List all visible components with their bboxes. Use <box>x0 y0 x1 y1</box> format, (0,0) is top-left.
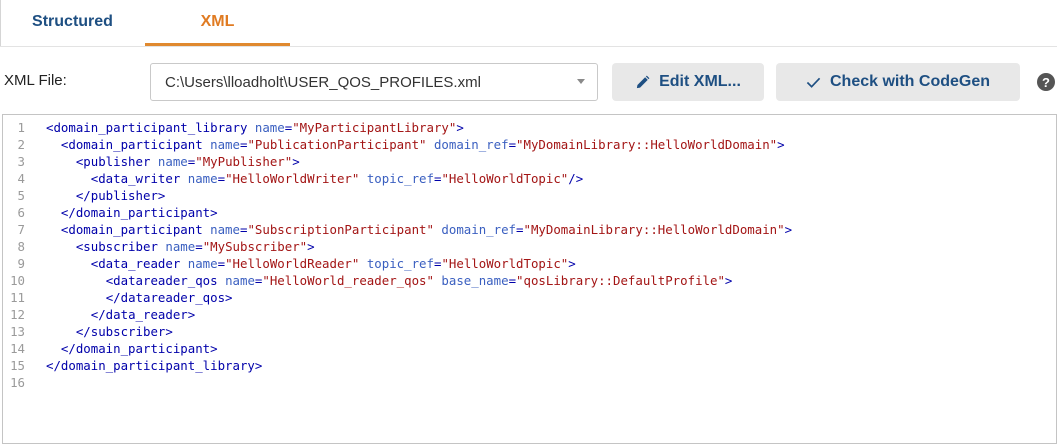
line-number: 6 <box>17 205 25 220</box>
code-text: <subscriber name="MySubscriber"> <box>75 239 315 254</box>
code-text: <domain_participant name="SubscriptionPa… <box>60 222 793 237</box>
pencil-icon <box>635 75 650 90</box>
line-number: 14 <box>10 341 25 356</box>
line-number: 16 <box>10 375 25 390</box>
line-number: 4 <box>17 171 25 186</box>
line-number: 7 <box>17 222 25 237</box>
tab-structured[interactable]: Structured <box>0 0 145 44</box>
xml-file-select[interactable]: C:\Users\lloadholt\USER_QOS_PROFILES.xml <box>150 63 598 101</box>
code-line: 1 <domain_participant_library name="MyPar… <box>3 119 1053 136</box>
code-line: 12 </data_reader> <box>3 306 1053 323</box>
chevron-down-icon <box>577 79 585 84</box>
code-line: 10 <datareader_qos name="HelloWorld_read… <box>3 272 1053 289</box>
tab-bar: Structured XML <box>0 0 1057 47</box>
code-text: <data_writer name="HelloWorldWriter" top… <box>90 171 584 186</box>
code-text: <domain_participant_library name="MyPart… <box>46 120 464 135</box>
edit-xml-button[interactable]: Edit XML... <box>612 63 764 101</box>
line-number: 5 <box>17 188 25 203</box>
check-with-codegen-label: Check with CodeGen <box>829 73 991 90</box>
code-text: </data_reader> <box>90 307 196 322</box>
tab-xml[interactable]: XML <box>145 0 290 44</box>
line-number: 13 <box>10 324 25 339</box>
line-number: 10 <box>10 273 25 288</box>
code-text: <domain_participant name="PublicationPar… <box>60 137 785 152</box>
code-text: </publisher> <box>75 188 166 203</box>
line-number: 1 <box>17 120 25 135</box>
code-text: <publisher name="MyPublisher"> <box>75 154 300 169</box>
line-number: 2 <box>17 137 25 152</box>
code-line: 4 <data_writer name="HelloWorldWriter" t… <box>3 170 1053 187</box>
line-number: 8 <box>17 239 25 254</box>
edit-xml-label: Edit XML... <box>659 73 741 90</box>
code-text: </subscriber> <box>75 324 173 339</box>
line-number: 11 <box>10 290 25 305</box>
code-text: </domain_participant> <box>60 341 218 356</box>
checkmark-icon <box>806 76 821 89</box>
line-number: 3 <box>17 154 25 169</box>
check-with-codegen-button[interactable]: Check with CodeGen <box>776 63 1020 101</box>
code-line: 14 </domain_participant> <box>3 340 1053 357</box>
line-number: 15 <box>10 358 25 373</box>
code-text: <data_reader name="HelloWorldReader" top… <box>90 256 576 271</box>
code-line: 5 </publisher> <box>3 187 1053 204</box>
help-icon[interactable]: ? <box>1037 73 1055 91</box>
code-line: 11 </datareader_qos> <box>3 289 1053 306</box>
code-line: 13 </subscriber> <box>3 323 1053 340</box>
code-line: 3 <publisher name="MyPublisher"> <box>3 153 1053 170</box>
code-text: </domain_participant_library> <box>46 358 263 373</box>
code-line: 6 </domain_participant> <box>3 204 1053 221</box>
code-line: 8 <subscriber name="MySubscriber"> <box>3 238 1053 255</box>
xml-file-value: C:\Users\lloadholt\USER_QOS_PROFILES.xml <box>165 74 481 91</box>
xml-code-editor[interactable]: 1 <domain_participant_library name="MyPar… <box>2 114 1057 444</box>
code-line: 15 </domain_participant_library> <box>3 357 1053 374</box>
code-line: 9 <data_reader name="HelloWorldReader" t… <box>3 255 1053 272</box>
line-number: 9 <box>17 256 25 271</box>
code-line: 2 <domain_participant name="PublicationP… <box>3 136 1053 153</box>
xml-file-label: XML File: <box>4 72 67 89</box>
line-number: 12 <box>10 307 25 322</box>
code-text: </domain_participant> <box>60 205 218 220</box>
code-line: 7 <domain_participant name="Subscription… <box>3 221 1053 238</box>
code-text: </datareader_qos> <box>105 290 233 305</box>
active-tab-indicator <box>145 43 290 46</box>
code-line: 16 <box>3 374 1053 391</box>
code-text: <datareader_qos name="HelloWorld_reader_… <box>105 273 733 288</box>
